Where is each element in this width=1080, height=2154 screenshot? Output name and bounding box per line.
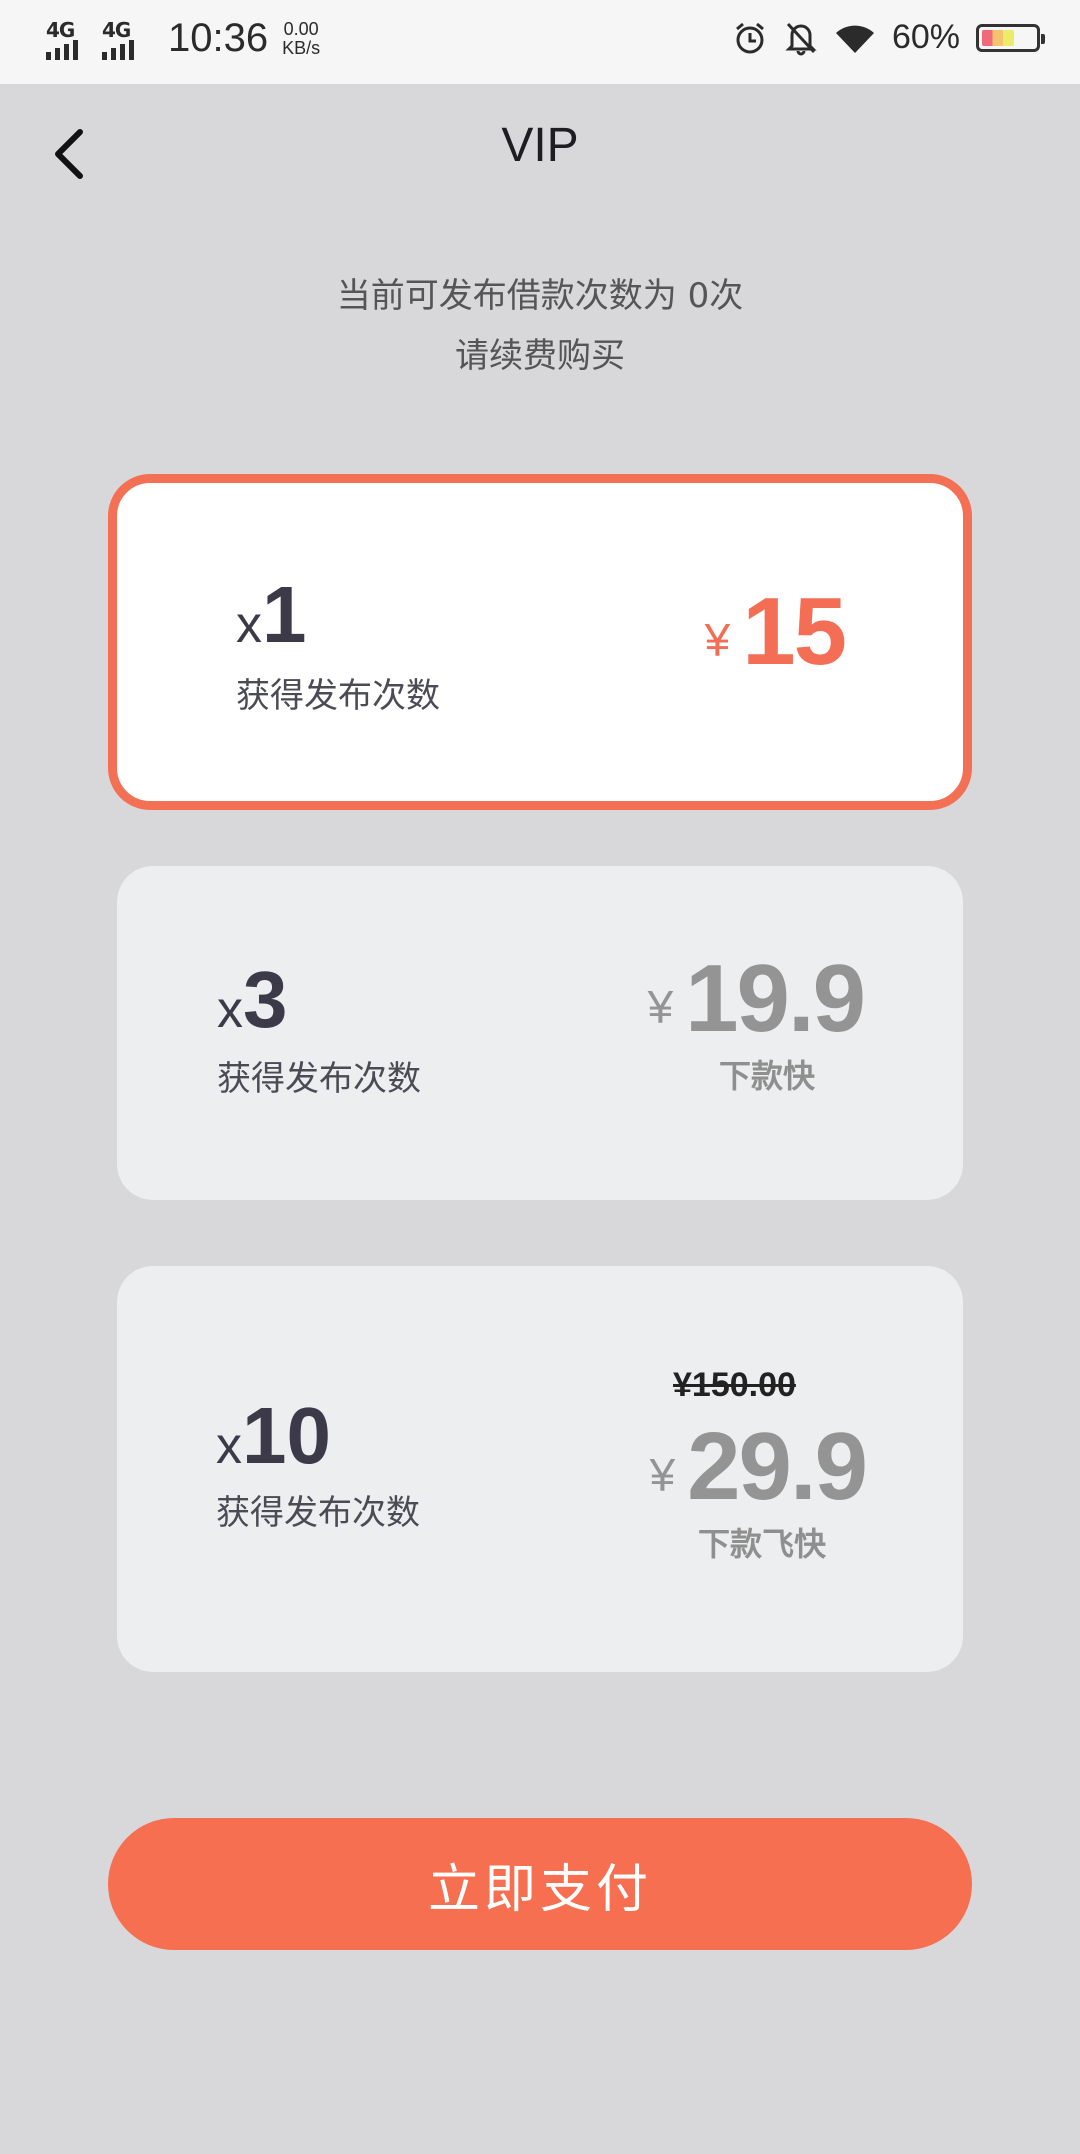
plan-caption: 获得发布次数 [236,676,440,716]
battery-percent: 60% [891,18,960,56]
cellular-signal-icon-2: 4G [102,18,146,60]
notice-line-2: 请续费购买 [455,336,625,376]
mute-bell-icon [785,22,817,55]
plan-count: x1 [236,570,307,659]
plan-card-2[interactable]: x3 获得发布次数 ¥19.9 下款快 [117,866,963,1200]
status-bar: 4G 4G 10:36 0.00 KB/s 60% [0,0,1080,84]
network-type-2: 4G [102,17,131,42]
plan-price: ¥29.9 [649,1412,868,1522]
cellular-signal-icon: 4G [46,18,90,60]
plan-tag: 下款快 [718,1057,815,1095]
plan-count: x10 [216,1391,331,1480]
speed-value: 0.00 [283,18,319,39]
currency-symbol: ¥ [647,981,674,1033]
pay-now-button[interactable]: 立即支付 [108,1818,972,1950]
plan-price: ¥19.9 [647,944,866,1054]
price-amount: 15 [742,578,847,685]
plan-count-number: 10 [242,1391,331,1480]
currency-symbol: ¥ [704,614,731,666]
plan-card-3[interactable]: x10 获得发布次数 ¥150.00 ¥29.9 下款飞快 [117,1266,963,1672]
remaining-notice: 当前可发布借款次数为 0次 请续费购买 [0,266,1080,386]
price-amount: 29.9 [687,1413,868,1520]
currency-symbol: ¥ [649,1449,676,1501]
plan-caption: 获得发布次数 [216,1493,420,1533]
original-price: ¥150.00 [673,1366,796,1404]
plan-count-number: 3 [243,955,288,1044]
price-amount: 19.9 [685,945,866,1052]
page-title: VIP [501,119,579,172]
plan-tag: 下款飞快 [697,1525,826,1563]
plan-count: x3 [217,955,288,1044]
clock: 10:36 [168,16,269,60]
network-speed: 0.00 KB/s [282,18,321,58]
network-type-1: 4G [46,17,75,42]
alarm-icon [735,22,764,53]
battery-icon [976,23,1045,52]
plan-card-1[interactable]: x1 获得发布次数 ¥15 [108,474,972,810]
plan-price: ¥15 [704,577,847,687]
wifi-icon [835,25,874,53]
plan-caption: 获得发布次数 [217,1059,421,1099]
plan-count-number: 1 [262,570,307,659]
notice-line-1: 当前可发布借款次数为 0次 [336,276,744,316]
speed-unit: KB/s [282,37,321,58]
